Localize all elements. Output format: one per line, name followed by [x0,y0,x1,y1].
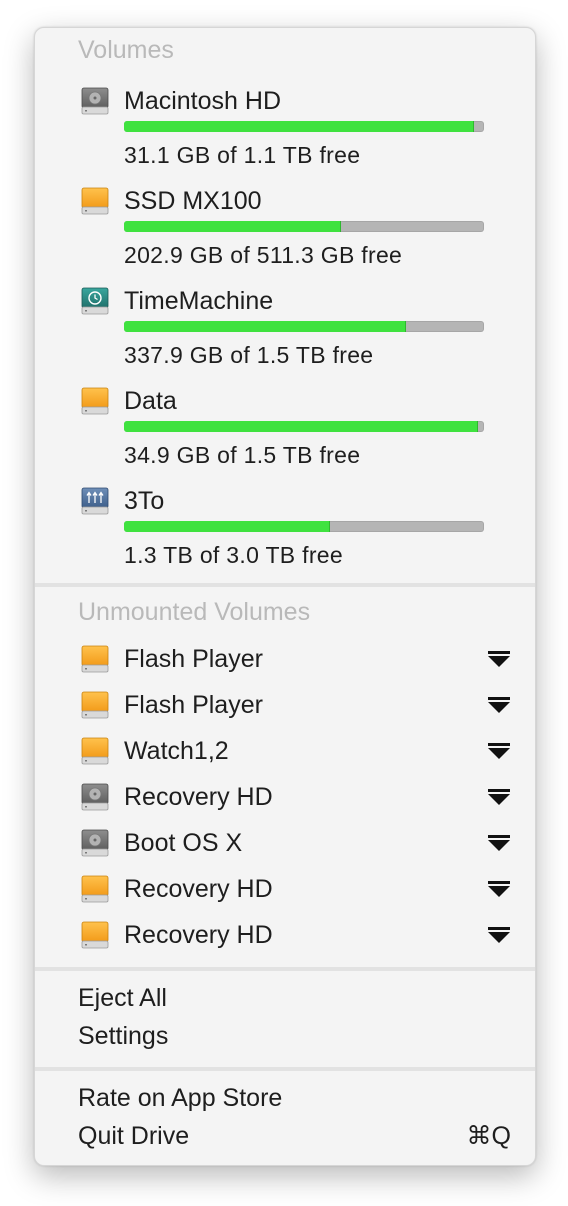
mount-icon[interactable] [488,697,510,713]
unmounted-volume-name: Flash Player [124,691,263,719]
usage-bar [124,121,484,132]
external-disk-orange-icon [80,644,110,674]
mount-icon[interactable] [488,743,510,759]
volume-item[interactable]: TimeMachine 337.9 GB of 1.5 TB free [35,286,535,386]
unmounted-volume-name: Boot OS X [124,829,243,857]
settings-item[interactable]: Settings [78,1021,168,1051]
usage-bar [124,421,484,432]
volume-item[interactable]: Data 34.9 GB of 1.5 TB free [35,386,535,486]
mount-icon[interactable] [488,927,510,943]
unmounted-volume-item[interactable]: Flash Player [35,686,535,726]
usage-bar-fill [124,321,406,332]
usage-bar [124,521,484,532]
unmounted-volume-item[interactable]: Recovery HD [35,916,535,956]
usage-bar-fill [124,221,341,232]
volume-item[interactable]: Macintosh HD 31.1 GB of 1.1 TB free [35,86,535,186]
unmounted-volume-name: Flash Player [124,645,263,673]
volume-name: Data [124,387,177,415]
unmounted-volume-item[interactable]: Watch1,2 [35,732,535,772]
quit-drive-item[interactable]: Quit Drive [78,1121,189,1151]
external-disk-orange-icon [80,874,110,904]
free-space-text: 31.1 GB of 1.1 TB free [124,142,361,168]
volume-item[interactable]: SSD MX100 202.9 GB of 511.3 GB free [35,186,535,286]
free-space-text: 34.9 GB of 1.5 TB free [124,442,361,468]
internal-disk-gray-icon [80,86,110,116]
external-disk-orange-icon [80,186,110,216]
mount-icon[interactable] [488,881,510,897]
quit-shortcut: ⌘Q [466,1122,511,1150]
unmounted-volume-name: Recovery HD [124,875,273,903]
external-disk-orange-icon [80,920,110,950]
unmounted-volumes-header: Unmounted Volumes [78,598,311,626]
usage-bar-fill [124,121,475,132]
unmounted-volume-name: Recovery HD [124,921,273,949]
usage-bar-fill [124,421,478,432]
separator [35,967,535,971]
volume-name: SSD MX100 [124,187,262,215]
unmounted-volume-item[interactable]: Recovery HD [35,778,535,818]
unmounted-volume-name: Recovery HD [124,783,273,811]
time-machine-disk-icon [80,286,110,316]
eject-all-item[interactable]: Eject All [78,983,167,1013]
free-space-text: 1.3 TB of 3.0 TB free [124,542,343,568]
volume-name: Macintosh HD [124,87,281,115]
drive-menu: Volumes Macintosh HD 31.1 GB of 1.1 TB fr… [34,27,536,1166]
internal-disk-gray-icon [80,828,110,858]
separator [35,1067,535,1071]
volumes-header: Volumes [78,36,174,64]
volume-item[interactable]: 3To 1.3 TB of 3.0 TB free [35,486,535,586]
free-space-text: 202.9 GB of 511.3 GB free [124,242,403,268]
internal-disk-gray-icon [80,782,110,812]
separator [35,583,535,587]
unmounted-volume-item[interactable]: Flash Player [35,640,535,680]
volume-name: TimeMachine [124,287,274,315]
volume-name: 3To [124,487,165,515]
external-disk-orange-icon [80,690,110,720]
mount-icon[interactable] [488,651,510,667]
external-disk-orange-icon [80,736,110,766]
unmounted-volume-name: Watch1,2 [124,737,229,765]
mount-icon[interactable] [488,835,510,851]
usage-bar-fill [124,521,331,532]
rate-on-app-store-item[interactable]: Rate on App Store [78,1083,282,1113]
network-disk-icon [80,486,110,516]
mount-icon[interactable] [488,789,510,805]
unmounted-volume-item[interactable]: Recovery HD [35,870,535,910]
usage-bar [124,321,484,332]
external-disk-orange-icon [80,386,110,416]
usage-bar [124,221,484,232]
free-space-text: 337.9 GB of 1.5 TB free [124,342,374,368]
unmounted-volume-item[interactable]: Boot OS X [35,824,535,864]
